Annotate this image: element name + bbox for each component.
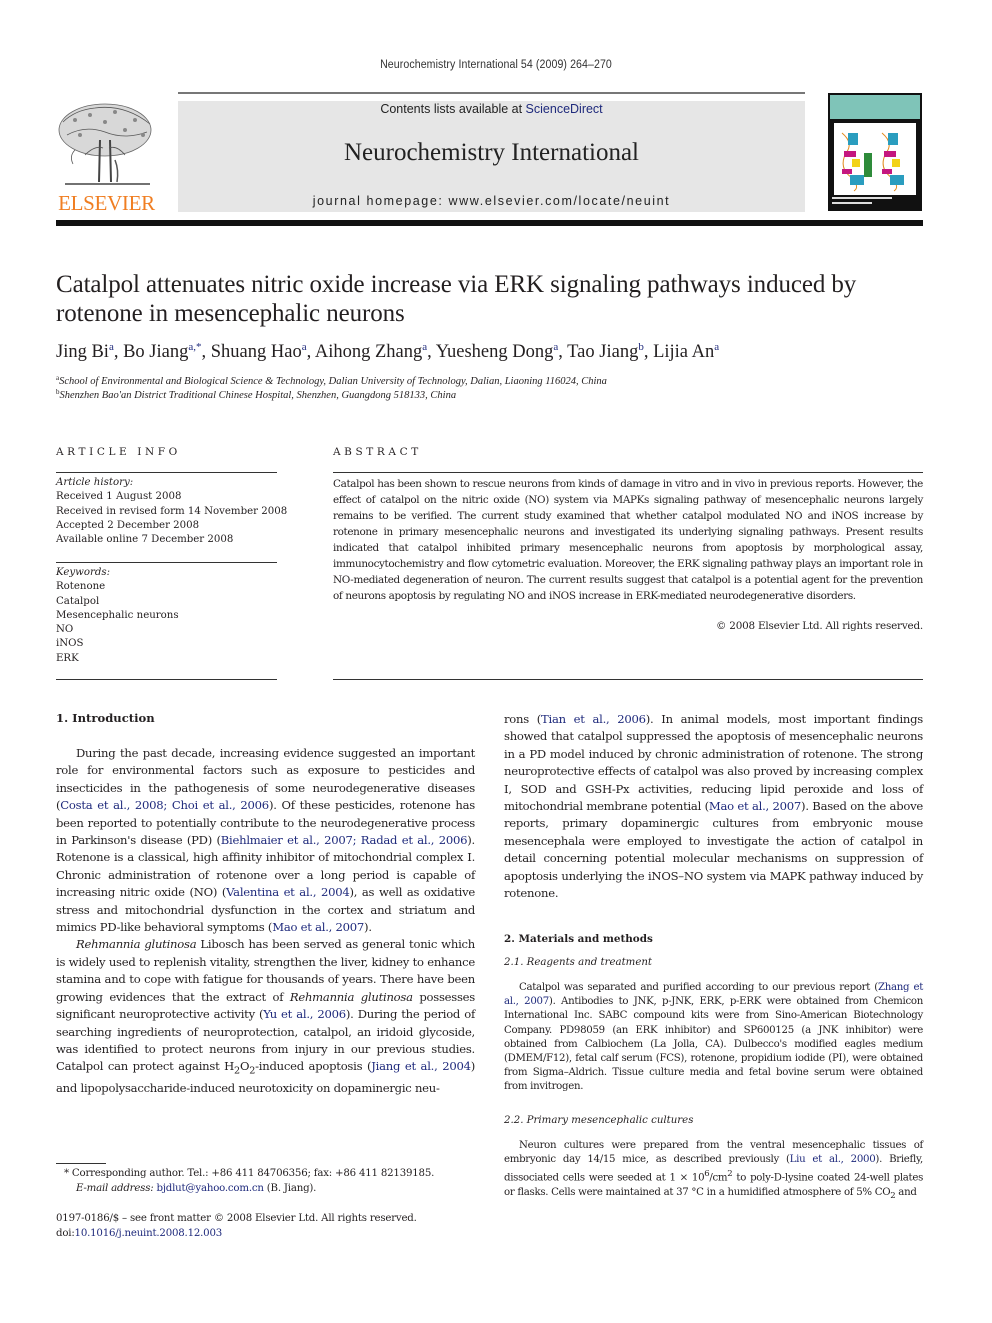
sciencedirect-link[interactable]: ScienceDirect <box>526 102 603 116</box>
divider <box>56 562 277 563</box>
keyword: NO <box>56 624 74 636</box>
author: Shuang Haoa <box>210 341 307 363</box>
author: Lijia Ana <box>653 341 720 363</box>
citation-link[interactable]: Costa et al., 2008; Choi et al., 2006 <box>60 798 269 812</box>
header-bottom-rule <box>56 220 923 226</box>
keyword: ERK <box>56 652 79 664</box>
subsection-heading: 2.2. Primary mesencephalic cultures <box>504 1115 694 1126</box>
section-heading-methods: 2. Materials and methods <box>504 933 653 945</box>
contents-line: Contents lists available at ScienceDirec… <box>178 102 805 116</box>
abstract-heading: ABSTRACT <box>333 446 422 458</box>
affiliation-marker[interactable]: a <box>553 341 558 353</box>
subsection-heading: 2.1. Reagents and treatment <box>504 957 653 968</box>
affiliation-marker[interactable]: a,* <box>188 341 201 353</box>
section-heading-introduction: 1. Introduction <box>56 711 155 725</box>
affiliations: aSchool of Environmental and Biological … <box>56 375 936 403</box>
running-head: Neurochemistry International 54 (2009) 2… <box>380 59 612 71</box>
paragraph: Catalpol was separated and purified acco… <box>504 982 923 1093</box>
contents-prefix: Contents lists available at <box>380 102 526 116</box>
article-info-heading: ARTICLE INFO <box>56 446 181 458</box>
history-item: Accepted 2 December 2008 <box>56 519 200 531</box>
publisher-wordmark[interactable]: ELSEVIER <box>55 191 158 216</box>
citation-link[interactable]: Mao et al., 2007 <box>709 799 801 813</box>
keywords-label: Keywords: <box>56 567 111 578</box>
citation-link[interactable]: Tian et al., 2006 <box>541 712 646 726</box>
header-top-rule <box>178 92 805 94</box>
keyword: Catalpol <box>56 595 100 607</box>
history-item: Received 1 August 2008 <box>56 491 182 503</box>
doi-link[interactable]: 10.1016/j.neuint.2008.12.003 <box>75 1228 223 1239</box>
methods-reagents-text: Catalpol was separated and purified acco… <box>504 981 923 1095</box>
paragraph: Neuron cultures were prepared from the v… <box>504 1140 924 1202</box>
body-column-right: rons (Tian et al., 2006). In animal mode… <box>504 711 923 902</box>
keyword: iNOS <box>56 638 84 650</box>
divider <box>333 472 923 473</box>
affiliation: bShenzhen Bao'an District Traditional Ch… <box>56 388 457 402</box>
paragraph: During the past decade, increasing evide… <box>56 746 476 935</box>
footnote-rule <box>56 1163 106 1164</box>
journal-cover-thumbnail[interactable] <box>828 93 922 211</box>
cover-caption-line <box>832 197 892 199</box>
keyword: Mesencephalic neurons <box>56 609 179 621</box>
email-link[interactable]: bjdlut@yahoo.com.cn <box>157 1183 264 1194</box>
citation-link[interactable]: Yu et al., 2006 <box>263 1007 346 1021</box>
cover-protein-structure-image <box>834 123 916 195</box>
author: Tao Jiangb <box>567 341 644 363</box>
cover-header-band <box>830 95 920 119</box>
citation-link[interactable]: Valentina et al., 2004 <box>226 885 350 899</box>
author: Bo Jianga,* <box>123 341 202 363</box>
front-matter: 0197-0186/$ – see front matter © 2008 El… <box>56 1213 417 1239</box>
keyword: Rotenone <box>56 581 106 593</box>
citation-link[interactable]: Mao et al., 2007 <box>272 920 364 934</box>
affiliation: aSchool of Environmental and Biological … <box>56 374 607 388</box>
article-title: Catalpol attenuates nitric oxide increas… <box>56 271 857 327</box>
abstract-text: Catalpol has been shown to rescue neuron… <box>333 478 923 602</box>
corresponding-author-footnote: * Corresponding author. Tel.: +86 411 84… <box>64 1168 435 1194</box>
divider <box>56 679 277 680</box>
divider <box>333 679 923 680</box>
affiliation-marker[interactable]: a <box>109 341 114 353</box>
divider <box>56 472 277 473</box>
citation-link[interactable]: Liu et al., 2000 <box>790 1154 876 1165</box>
keywords: Keywords: Rotenone Catalpol Mesencephali… <box>56 566 291 666</box>
body-column-left: During the past decade, increasing evide… <box>56 745 475 1097</box>
author: Aihong Zhanga <box>314 341 428 363</box>
journal-homepage-link[interactable]: journal homepage: www.elsevier.com/locat… <box>178 194 805 208</box>
citation-link[interactable]: Biehlmaier et al., 2007; Radad et al., 2… <box>221 833 468 847</box>
paragraph: rons (Tian et al., 2006). In animal mode… <box>504 712 924 901</box>
author-list: Jing Bia, Bo Jianga,*, Shuang Haoa, Aiho… <box>56 341 720 363</box>
methods-cultures-text: Neuron cultures were prepared from the v… <box>504 1139 923 1203</box>
paragraph: Rehmannia glutinosa Libosch has been ser… <box>56 937 476 1096</box>
history-item: Available online 7 December 2008 <box>56 534 234 546</box>
cover-caption-line <box>832 202 872 204</box>
article-history-label: Article history: <box>56 477 134 488</box>
affiliation-marker[interactable]: a <box>422 341 427 353</box>
abstract-copyright: © 2008 Elsevier Ltd. All rights reserved… <box>715 620 923 632</box>
author: Jing Bia <box>56 341 114 363</box>
affiliation-marker[interactable]: a <box>714 341 719 353</box>
history-item: Received in revised form 14 November 200… <box>56 505 288 517</box>
author: Yuesheng Donga <box>435 341 559 363</box>
citation-link[interactable]: Jiang et al., 2004 <box>371 1059 471 1073</box>
article-history: Article history: Received 1 August 2008 … <box>56 476 291 547</box>
affiliation-marker[interactable]: a <box>302 341 307 353</box>
affiliation-marker[interactable]: b <box>638 341 644 353</box>
journal-name: Neurochemistry International <box>343 139 640 166</box>
